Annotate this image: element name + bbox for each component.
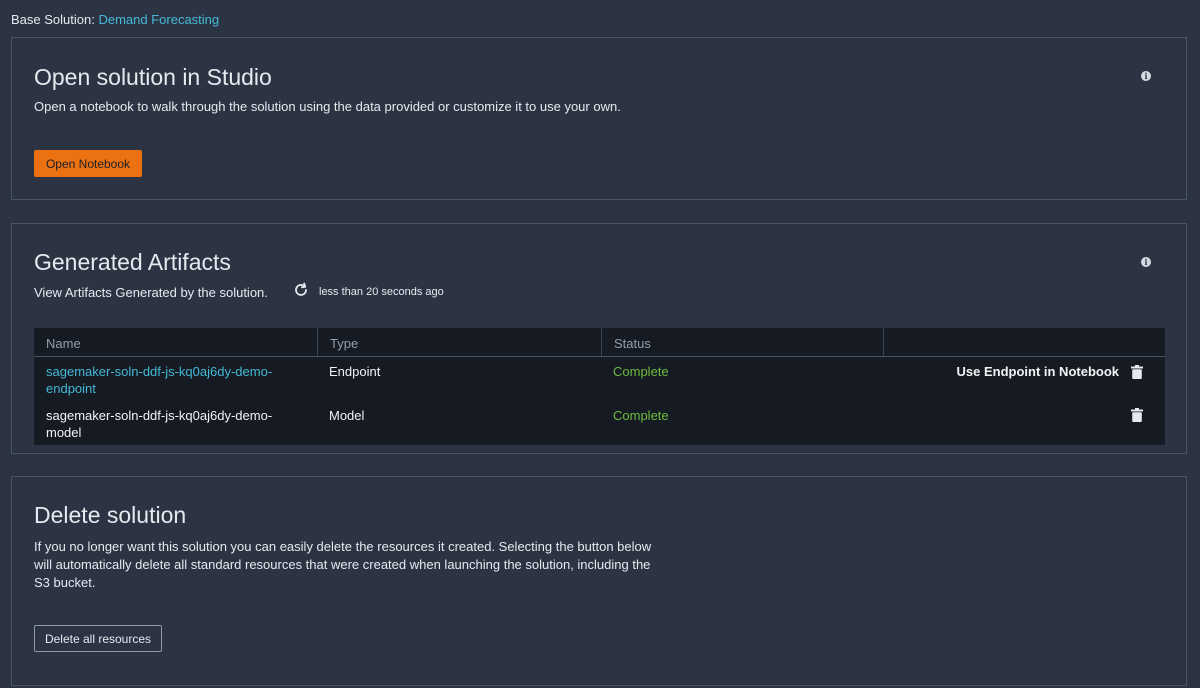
description-line: S3 bucket. xyxy=(34,575,96,590)
base-solution-label: Base Solution: xyxy=(11,12,95,27)
base-solution-link[interactable]: Demand Forecasting xyxy=(98,12,219,27)
info-icon[interactable]: i xyxy=(1141,71,1151,81)
table-row: sagemaker-soln-ddf-js-kq0aj6dy-demo- mod… xyxy=(34,401,1165,445)
refresh-icon[interactable] xyxy=(293,282,309,298)
artifact-status: Complete xyxy=(613,364,669,379)
open-notebook-button[interactable]: Open Notebook xyxy=(34,150,142,177)
artifacts-table: Name Type Status sagemaker-soln-ddf-js-k… xyxy=(34,328,1165,445)
artifact-status: Complete xyxy=(613,408,669,423)
column-header-type[interactable]: Type xyxy=(317,328,601,356)
table-row: sagemaker-soln-ddf-js-kq0aj6dy-demo- end… xyxy=(34,357,1165,401)
artifact-type: Model xyxy=(329,408,365,423)
base-solution-line: Base Solution: Demand Forecasting xyxy=(11,12,219,27)
artifact-name-part: model xyxy=(46,425,82,440)
panel-description: If you no longer want this solution you … xyxy=(34,538,704,592)
artifact-type: Endpoint xyxy=(329,364,381,379)
artifact-name-link[interactable]: sagemaker-soln-ddf-js-kq0aj6dy-demo- end… xyxy=(34,357,317,401)
artifact-name-part: endpoint xyxy=(46,381,96,396)
column-header-actions xyxy=(883,328,1165,356)
description-line: If you no longer want this solution you … xyxy=(34,539,652,554)
panel-title: Generated Artifacts xyxy=(34,249,231,275)
delete-solution-panel: Delete solution If you no longer want th… xyxy=(11,476,1187,686)
row-actions: Use Endpoint in Notebook xyxy=(957,364,1143,379)
info-icon[interactable]: i xyxy=(1141,257,1151,267)
panel-title: Delete solution xyxy=(34,502,187,528)
artifact-name-part: sagemaker-soln-ddf-js-kq0aj6dy-demo- xyxy=(46,408,273,423)
panel-title: Open solution in Studio xyxy=(34,64,272,90)
use-endpoint-in-notebook-link[interactable]: Use Endpoint in Notebook xyxy=(957,364,1120,379)
panel-description: View Artifacts Generated by the solution… xyxy=(34,285,268,300)
column-header-name[interactable]: Name xyxy=(34,328,317,356)
panel-description: Open a notebook to walk through the solu… xyxy=(34,99,621,114)
generated-artifacts-panel: Generated Artifacts i View Artifacts Gen… xyxy=(11,223,1187,454)
artifact-name-part: sagemaker-soln-ddf-js-kq0aj6dy-demo- xyxy=(46,364,273,379)
artifact-name: sagemaker-soln-ddf-js-kq0aj6dy-demo- mod… xyxy=(34,401,317,445)
open-in-studio-panel: Open solution in Studio i Open a noteboo… xyxy=(11,37,1187,200)
column-header-status[interactable]: Status xyxy=(601,328,883,356)
last-refresh-time: less than 20 seconds ago xyxy=(319,286,444,298)
trash-icon[interactable] xyxy=(1131,408,1143,422)
description-line: will automatically delete all standard r… xyxy=(34,557,651,572)
delete-all-resources-button[interactable]: Delete all resources xyxy=(34,625,162,652)
row-actions xyxy=(1131,408,1143,422)
trash-icon[interactable] xyxy=(1131,364,1143,379)
table-header: Name Type Status xyxy=(34,328,1165,357)
